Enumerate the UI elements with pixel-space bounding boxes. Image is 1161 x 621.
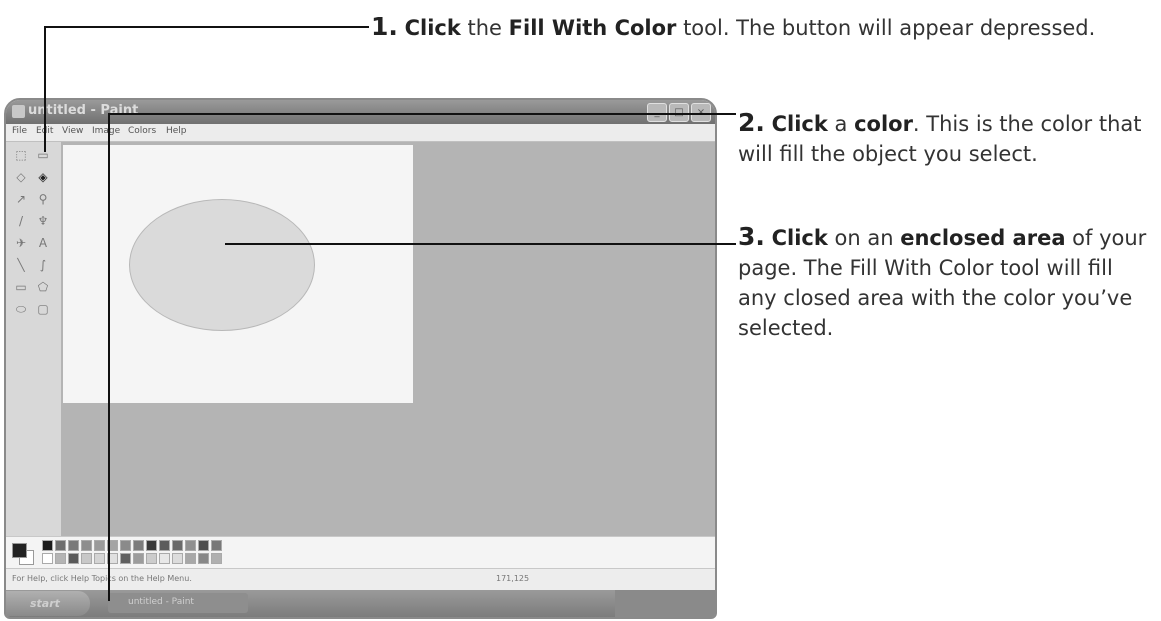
- step-action: Click: [771, 226, 828, 250]
- color-swatch[interactable]: [94, 540, 105, 551]
- paint-app-icon: [12, 105, 25, 118]
- color-swatch[interactable]: [94, 553, 105, 564]
- magnifier-icon[interactable]: ⚲: [34, 190, 52, 208]
- color-swatch[interactable]: [120, 553, 131, 564]
- color-swatch[interactable]: [133, 553, 144, 564]
- menu-file[interactable]: File: [12, 126, 27, 136]
- ellipse-shape[interactable]: [129, 199, 315, 331]
- menu-bar: File Edit View Image Colors Help: [6, 124, 715, 142]
- callout-line-2-vertical: [108, 113, 110, 601]
- callout-step-1: 1. Click the Fill With Color tool. The b…: [371, 12, 1131, 43]
- color-swatch[interactable]: [146, 553, 157, 564]
- step-text: the: [460, 16, 509, 40]
- color-swatch[interactable]: [81, 553, 92, 564]
- color-swatch[interactable]: [211, 540, 222, 551]
- status-text: For Help, click Help Topics on the Help …: [12, 574, 192, 583]
- color-swatch[interactable]: [198, 540, 209, 551]
- color-swatch[interactable]: [159, 553, 170, 564]
- menu-view[interactable]: View: [62, 126, 83, 136]
- step-text: tool. The button will appear depressed.: [676, 16, 1096, 40]
- color-swatch[interactable]: [159, 540, 170, 551]
- taskbar: start untitled - Paint: [6, 590, 715, 617]
- cursor-coordinates: 171,125: [496, 574, 530, 583]
- color-swatch[interactable]: [81, 540, 92, 551]
- taskbar-paint-button[interactable]: untitled - Paint: [108, 593, 248, 613]
- color-swatch[interactable]: [55, 553, 66, 564]
- current-colors: [12, 543, 34, 565]
- eraser-icon[interactable]: ◇: [12, 168, 30, 186]
- step-object: enclosed area: [900, 226, 1066, 250]
- callout-line-2: [108, 113, 736, 115]
- step-number: 1.: [371, 12, 398, 41]
- start-label: start: [30, 597, 60, 610]
- color-swatch[interactable]: [185, 553, 196, 564]
- color-swatch[interactable]: [42, 553, 53, 564]
- polygon-icon[interactable]: ⬠: [34, 278, 52, 296]
- start-button[interactable]: start: [6, 591, 90, 616]
- text-icon[interactable]: A: [34, 234, 52, 252]
- color-swatch[interactable]: [68, 540, 79, 551]
- rounded-rect-icon[interactable]: ▢: [34, 300, 52, 318]
- step-text: on an: [827, 226, 901, 250]
- color-palette: [6, 536, 715, 569]
- canvas-area: [61, 142, 715, 537]
- menu-image[interactable]: Image: [92, 126, 120, 136]
- select-icon[interactable]: ▭: [34, 146, 52, 164]
- toolbox: ⬚ ▭ ◇ ◈ ↗ ⚲ / ♆ ✈ A ╲ ∫ ▭ ⬠ ⬭ ▢: [10, 146, 58, 346]
- color-swatch[interactable]: [211, 553, 222, 564]
- free-select-icon[interactable]: ⬚: [12, 146, 30, 164]
- ellipse-icon[interactable]: ⬭: [12, 300, 30, 318]
- airbrush-icon[interactable]: ✈: [12, 234, 30, 252]
- line-icon[interactable]: ╲: [12, 256, 30, 274]
- color-swatch[interactable]: [172, 553, 183, 564]
- color-swatch[interactable]: [133, 540, 144, 551]
- color-swatch[interactable]: [120, 540, 131, 551]
- callout-line-1: [44, 26, 369, 28]
- pick-color-icon[interactable]: ↗: [12, 190, 30, 208]
- menu-help[interactable]: Help: [166, 126, 187, 136]
- step-action: Click: [404, 16, 461, 40]
- color-swatch[interactable]: [55, 540, 66, 551]
- curve-icon[interactable]: ∫: [34, 256, 52, 274]
- fill-with-color-icon[interactable]: ◈: [34, 168, 52, 186]
- color-swatch[interactable]: [172, 540, 183, 551]
- color-swatch[interactable]: [146, 540, 157, 551]
- callout-step-2: 2. Click a color. This is the color that…: [738, 108, 1148, 169]
- pencil-icon[interactable]: /: [12, 212, 30, 230]
- paint-window: untitled - Paint _ □ × File Edit View Im…: [4, 98, 717, 619]
- step-action: Click: [771, 112, 828, 136]
- color-swatch[interactable]: [185, 540, 196, 551]
- color-swatch[interactable]: [42, 540, 53, 551]
- color-swatch[interactable]: [68, 553, 79, 564]
- rectangle-icon[interactable]: ▭: [12, 278, 30, 296]
- drawing-canvas[interactable]: [63, 145, 413, 403]
- callout-step-3: 3. Click on an enclosed area of your pag…: [738, 222, 1158, 343]
- callout-line-3: [225, 243, 736, 245]
- system-tray: [615, 590, 715, 617]
- tool-name: Fill With Color: [508, 16, 677, 40]
- step-number: 3.: [738, 222, 765, 251]
- brush-icon[interactable]: ♆: [34, 212, 52, 230]
- step-text: a: [827, 112, 855, 136]
- status-bar: For Help, click Help Topics on the Help …: [6, 568, 715, 590]
- menu-colors[interactable]: Colors: [128, 126, 156, 136]
- step-object: color: [854, 112, 913, 136]
- color-swatch[interactable]: [198, 553, 209, 564]
- step-number: 2.: [738, 108, 765, 137]
- callout-line-1-vertical: [44, 26, 46, 152]
- foreground-color: [12, 543, 27, 558]
- title-bar[interactable]: untitled - Paint _ □ ×: [6, 100, 715, 124]
- taskbar-paint-label: untitled - Paint: [128, 597, 194, 607]
